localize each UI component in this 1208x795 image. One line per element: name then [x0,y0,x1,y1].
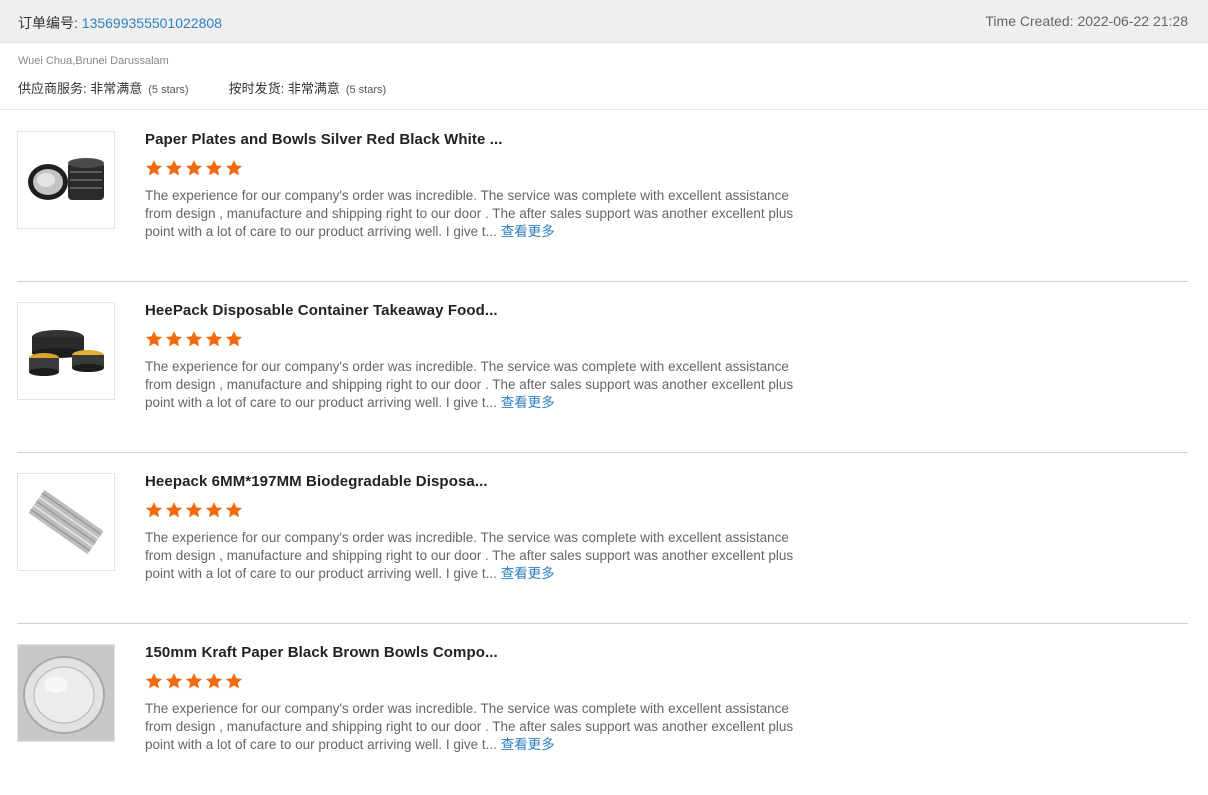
review-body: The experience for our company's order w… [145,530,794,581]
time-created: Time Created: 2022-06-22 21:28 [985,13,1188,29]
rating-label: 供应商服务: [18,81,91,96]
review-item: 150mm Kraft Paper Black Brown Bowls Comp… [0,624,1208,795]
star-icon [185,160,203,176]
star-icon [145,502,163,518]
review-text: The experience for our company's order w… [145,358,795,412]
order-header: 订单编号: 135699355501022808 Time Created: 2… [0,0,1208,43]
product-title-link[interactable]: 150mm Kraft Paper Black Brown Bowls Comp… [145,644,498,661]
review-body: The experience for our company's order w… [145,359,794,410]
star-icon [165,331,183,347]
order-number-link[interactable]: 135699355501022808 [82,15,222,31]
star-icon [165,673,183,689]
review-text: The experience for our company's order w… [145,187,795,241]
silver-foil-cups-image [18,132,114,228]
star-icon [165,160,183,176]
star-rating [145,672,243,692]
view-more-link[interactable]: 查看更多 [501,395,555,410]
star-icon [145,673,163,689]
star-icon [145,160,163,176]
product-thumbnail[interactable] [17,302,115,400]
star-icon [185,673,203,689]
star-icon [225,502,243,518]
star-rating [145,330,243,350]
rating-on-time-delivery: 按时发货: 非常满意 (5 stars) [229,78,387,97]
star-icon [205,160,223,176]
star-icon [225,673,243,689]
supplier-ratings: 供应商服务: 非常满意 (5 stars) 按时发货: 非常满意 (5 stars) [18,78,426,97]
star-rating [145,501,243,521]
star-icon [225,160,243,176]
rating-stars-text: (5 stars) [148,84,189,96]
review-body: The experience for our company's order w… [145,188,794,239]
star-icon [145,331,163,347]
review-text: The experience for our company's order w… [145,700,795,754]
order-label-text: 订单编号: [18,15,82,31]
product-title-link[interactable]: Paper Plates and Bowls Silver Red Black … [145,131,503,148]
rating-value: 非常满意 [90,81,143,96]
review-text: The experience for our company's order w… [145,529,795,583]
black-gold-bowls-image [18,303,114,399]
buyer-name: Wuei Chua,Brunei Darussalam [18,55,169,67]
product-title-link[interactable]: HeePack Disposable Container Takeaway Fo… [145,302,498,319]
review-item: HeePack Disposable Container Takeaway Fo… [0,282,1208,453]
star-icon [205,502,223,518]
review-item: Paper Plates and Bowls Silver Red Black … [0,111,1208,282]
star-icon [225,331,243,347]
view-more-link[interactable]: 查看更多 [501,224,555,239]
view-more-link[interactable]: 查看更多 [501,566,555,581]
section-divider [0,109,1208,110]
product-thumbnail[interactable] [17,473,115,571]
product-title-link[interactable]: Heepack 6MM*197MM Biodegradable Disposa.… [145,473,488,490]
clear-lid-image [18,645,114,741]
rating-stars-text: (5 stars) [345,84,387,96]
review-item: Heepack 6MM*197MM Biodegradable Disposa.… [0,453,1208,624]
view-more-link[interactable]: 查看更多 [501,737,555,752]
star-icon [185,502,203,518]
star-icon [205,673,223,689]
review-body: The experience for our company's order w… [145,701,794,752]
star-rating [145,159,243,179]
star-icon [185,331,203,347]
order-number-label: 订单编号: 135699355501022808 [18,13,222,33]
rating-supplier-service: 供应商服务: 非常满意 (5 stars) [18,78,189,97]
star-icon [165,502,183,518]
rating-value: 非常满意 [287,81,340,96]
paper-straws-image [18,474,114,570]
rating-label: 按时发货: [228,81,288,96]
product-thumbnail[interactable] [17,644,115,742]
star-icon [205,331,223,347]
product-thumbnail[interactable] [17,131,115,229]
